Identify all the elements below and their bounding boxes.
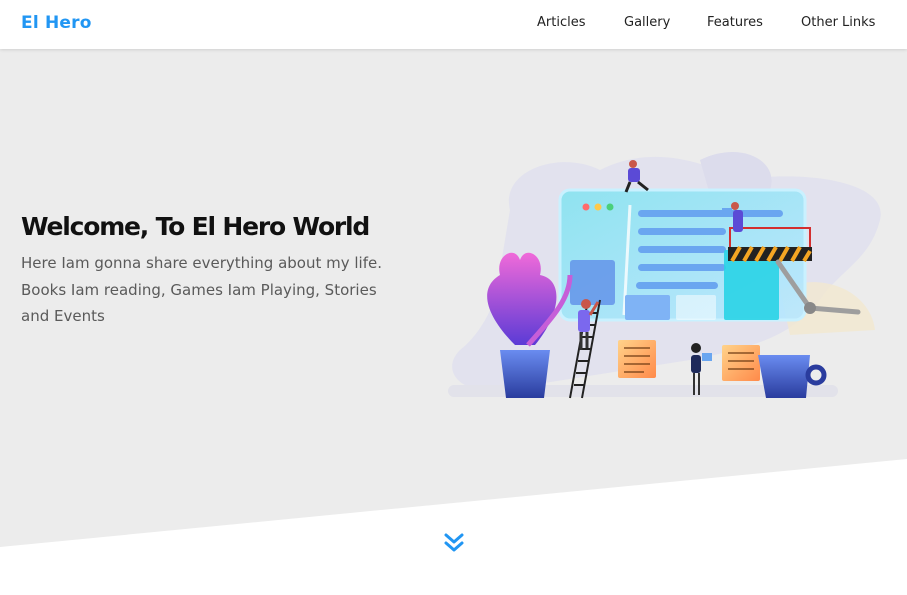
hero-illustration xyxy=(448,151,881,399)
hero-description: Here Iam gonna share everything about my… xyxy=(21,254,383,325)
brand-logo[interactable]: El Hero xyxy=(21,13,92,33)
hero-title: Welcome, To El Hero World xyxy=(21,212,370,241)
nav-features[interactable]: Features xyxy=(707,15,763,30)
double-chevron-down-icon[interactable] xyxy=(443,532,465,554)
nav-other-links[interactable]: Other Links xyxy=(801,15,875,30)
nav-articles[interactable]: Articles xyxy=(537,15,585,30)
top-navbar: El Hero Articles Gallery Features Other … xyxy=(0,0,907,49)
nav-gallery[interactable]: Gallery xyxy=(624,15,670,30)
